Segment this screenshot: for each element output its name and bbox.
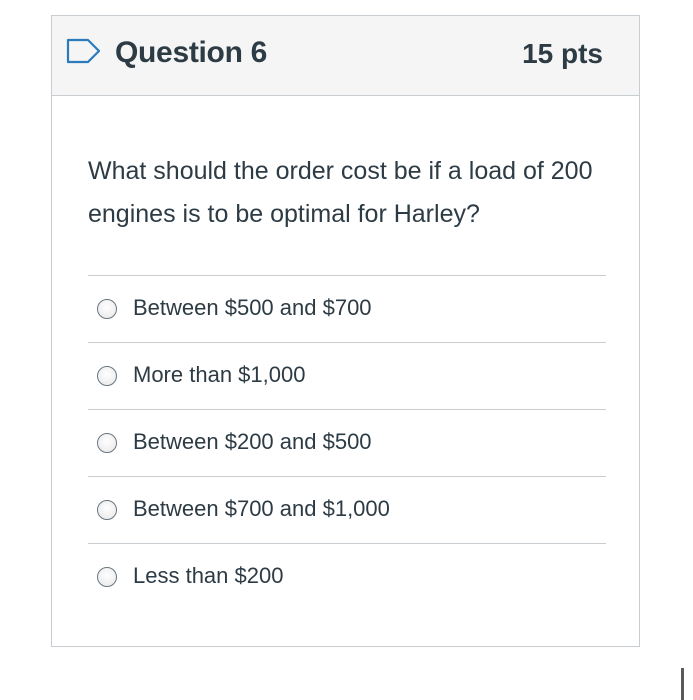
radio-button[interactable] [97, 500, 117, 520]
answer-label: More than $1,000 [133, 362, 306, 387]
answer-label: Between $200 and $500 [133, 429, 372, 454]
scrollbar-thumb[interactable] [681, 668, 684, 700]
question-header: Question 6 15 pts [52, 16, 639, 96]
answer-option-1[interactable]: Between $500 and $700 [88, 275, 606, 342]
radio-button[interactable] [97, 433, 117, 453]
answer-option-4[interactable]: Between $700 and $1,000 [88, 476, 606, 543]
flag-question-icon[interactable] [66, 38, 102, 64]
answer-list: Between $500 and $700 More than $1,000 B… [88, 275, 606, 610]
question-title: Question 6 [115, 36, 268, 69]
answer-label: Less than $200 [133, 563, 284, 588]
question-text: What should the order cost be if a load … [88, 157, 593, 228]
radio-button[interactable] [97, 567, 117, 587]
answer-label: Between $700 and $1,000 [133, 496, 390, 521]
question-card: Question 6 15 pts What should the order … [51, 15, 640, 647]
answer-option-3[interactable]: Between $200 and $500 [88, 409, 606, 476]
radio-button[interactable] [97, 366, 117, 386]
answer-option-5[interactable]: Less than $200 [88, 543, 606, 610]
answer-label: Between $500 and $700 [133, 295, 372, 320]
radio-button[interactable] [97, 299, 117, 319]
answer-option-2[interactable]: More than $1,000 [88, 342, 606, 409]
question-points: 15 pts [522, 38, 603, 69]
